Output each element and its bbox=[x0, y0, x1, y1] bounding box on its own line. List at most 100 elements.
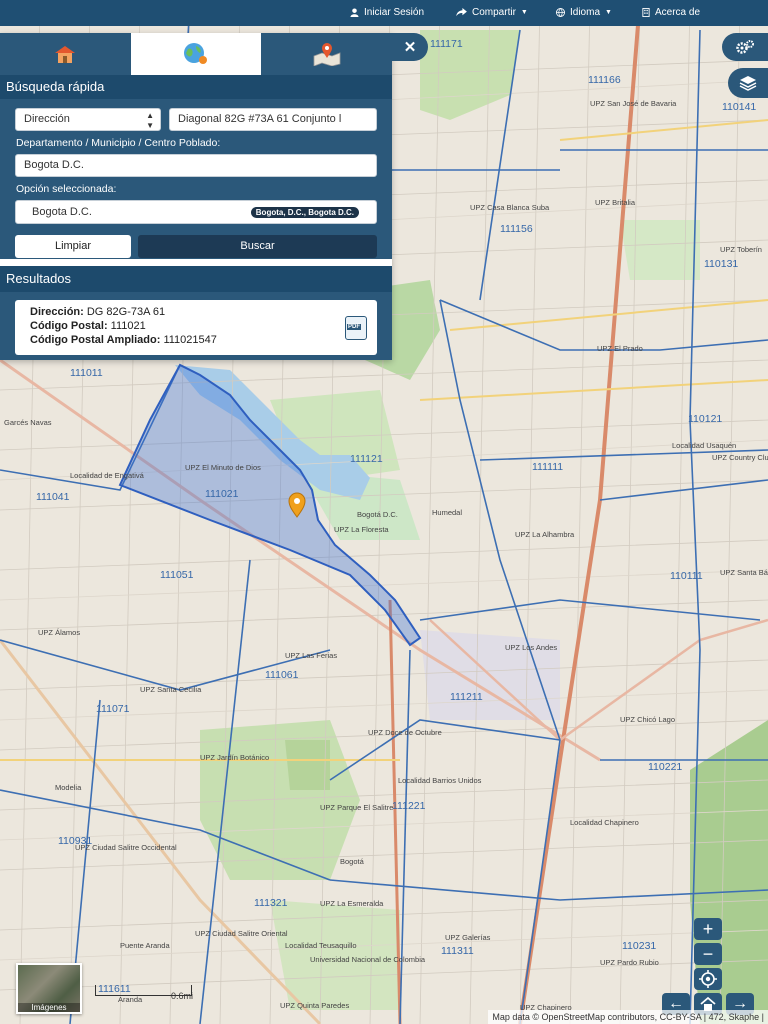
about-label: Acerca de bbox=[655, 7, 701, 18]
top-navigation-bar: Iniciar Sesión Compartir ▼ Idioma ▼ Acer… bbox=[0, 0, 768, 26]
zoom-out-button[interactable]: − bbox=[694, 943, 722, 965]
layers-icon bbox=[739, 76, 757, 91]
zone-label: 111051 bbox=[160, 569, 194, 581]
building-icon bbox=[642, 8, 650, 17]
place-label: UPZ La Floresta bbox=[334, 525, 389, 534]
share-menu[interactable]: Compartir ▼ bbox=[456, 7, 528, 18]
location-label: Departamento / Municipio / Centro Poblad… bbox=[16, 137, 221, 149]
about-link[interactable]: Acerca de bbox=[642, 7, 700, 18]
place-label: UPZ Toberín bbox=[720, 245, 762, 254]
place-label: Aranda bbox=[118, 995, 143, 1004]
zone-label: 110121 bbox=[688, 413, 722, 425]
zone-label: 111156 bbox=[500, 223, 533, 235]
zone-label: 111321 bbox=[254, 897, 288, 909]
place-label: Puente Aranda bbox=[120, 941, 170, 950]
place-label: Localidad de Engativá bbox=[70, 471, 145, 480]
search-panel: Búsqueda rápida Dirección ▲ ▼ Diagonal 82… bbox=[0, 33, 393, 360]
search-button[interactable]: Buscar bbox=[138, 235, 377, 258]
scale-label: 0.6mi bbox=[170, 991, 193, 1001]
zone-label: 110231 bbox=[622, 940, 656, 952]
place-label: UPZ Santa Cecilia bbox=[140, 685, 202, 694]
place-label: UPZ Quinta Paredes bbox=[280, 1001, 349, 1010]
result-address-value: DG 82G-73A 61 bbox=[86, 306, 166, 318]
selected-option-field[interactable]: Bogota D.C. Bogota, D.C., Bogota D.C. bbox=[15, 200, 377, 224]
selected-option-value: Bogota D.C. bbox=[32, 206, 92, 218]
search-form: Dirección ▲ ▼ Diagonal 82G #73A 61 Conjun… bbox=[0, 99, 392, 259]
language-label: Idioma bbox=[570, 7, 601, 18]
zone-label: 111311 bbox=[441, 945, 474, 957]
login-link[interactable]: Iniciar Sesión bbox=[350, 7, 424, 18]
layers-button[interactable] bbox=[728, 68, 768, 98]
pdf-download-icon[interactable]: PDF bbox=[345, 316, 367, 340]
zone-label: 111061 bbox=[265, 669, 299, 681]
location-input[interactable]: Bogota D.C. bbox=[15, 154, 377, 177]
place-label: Humedal bbox=[432, 508, 462, 517]
result-postal-value: 111021 bbox=[110, 320, 146, 332]
zone-label: 111121 bbox=[350, 453, 383, 465]
plus-icon: + bbox=[702, 919, 714, 939]
search-type-value: Dirección bbox=[24, 113, 70, 125]
place-label: UPZ Britalia bbox=[595, 198, 636, 207]
clear-button[interactable]: Limpiar bbox=[15, 235, 131, 258]
zone-label: 111071 bbox=[96, 703, 130, 715]
place-label: Localidad Barrios Unidos bbox=[398, 776, 482, 785]
place-label: UPZ Doce de Octubre bbox=[368, 728, 442, 737]
zoom-in-button[interactable]: + bbox=[694, 918, 722, 940]
place-label: Localidad Chapinero bbox=[570, 818, 639, 827]
locate-button[interactable] bbox=[694, 968, 722, 990]
gears-icon bbox=[736, 40, 754, 54]
globe-search-icon bbox=[184, 43, 207, 64]
place-label: UPZ Pardo Rubio bbox=[600, 958, 659, 967]
globe-icon bbox=[556, 8, 565, 17]
zone-label: 110111 bbox=[670, 570, 703, 582]
zone-label: 111171 bbox=[430, 38, 463, 50]
results-section: Dirección: DG 82G-73A 61 Código Postal: … bbox=[0, 292, 392, 360]
place-label: UPZ Parque El Salitre bbox=[320, 803, 393, 812]
zone-label: 111221 bbox=[392, 800, 426, 812]
basemap-toggle[interactable]: Imágenes bbox=[16, 963, 82, 1014]
caret-down-icon: ▼ bbox=[520, 9, 528, 16]
user-icon bbox=[350, 8, 359, 17]
place-label: Bogotá bbox=[340, 857, 365, 866]
pdf-label: PDF bbox=[347, 324, 361, 330]
share-icon bbox=[456, 8, 467, 17]
zone-label: 111011 bbox=[70, 367, 103, 379]
share-label: Compartir bbox=[472, 7, 516, 18]
place-label: UPZ Santa Bárbara bbox=[720, 568, 768, 577]
close-panel-button[interactable]: ✕ bbox=[392, 33, 428, 61]
address-input-value: Diagonal 82G #73A 61 Conjunto l bbox=[178, 113, 342, 125]
location-input-value: Bogota D.C. bbox=[24, 159, 84, 171]
place-label: UPZ Galerías bbox=[445, 933, 491, 942]
result-card[interactable]: Dirección: DG 82G-73A 61 Código Postal: … bbox=[15, 300, 377, 355]
caret-down-icon: ▼ bbox=[605, 9, 612, 16]
place-label: Universidad Nacional de Colombia bbox=[310, 955, 426, 964]
zone-label: 111166 bbox=[588, 74, 621, 86]
select-arrows-icon: ▲ ▼ bbox=[146, 111, 154, 130]
zone-label: 110141 bbox=[722, 101, 756, 113]
result-extended-value: 111021547 bbox=[163, 334, 217, 346]
place-label: Localidad Teusaquillo bbox=[285, 941, 357, 950]
place-label: Bogotá D.C. bbox=[357, 510, 398, 519]
imagery-label: Imágenes bbox=[18, 1003, 80, 1012]
result-postal-key: Código Postal: bbox=[30, 320, 108, 332]
language-menu[interactable]: Idioma ▼ bbox=[556, 7, 612, 18]
zone-label: 111041 bbox=[36, 491, 70, 503]
home-icon bbox=[55, 46, 76, 63]
result-postal-row: Código Postal: 111021 bbox=[30, 320, 146, 332]
panel-tabs bbox=[0, 33, 393, 75]
search-type-select[interactable]: Dirección ▲ ▼ bbox=[15, 108, 161, 131]
selected-option-badge: Bogota, D.C., Bogota D.C. bbox=[250, 207, 359, 218]
tab-home[interactable] bbox=[0, 33, 131, 75]
zone-label: 111021 bbox=[205, 488, 239, 500]
address-input[interactable]: Diagonal 82G #73A 61 Conjunto l bbox=[169, 108, 377, 131]
settings-button[interactable] bbox=[722, 33, 768, 61]
place-label: UPZ Casa Blanca Suba bbox=[470, 203, 550, 212]
place-label: Modelia bbox=[55, 783, 82, 792]
close-icon: ✕ bbox=[403, 39, 417, 56]
place-label: UPZ San José de Bavaria bbox=[590, 99, 677, 108]
tab-map-location[interactable] bbox=[261, 33, 393, 75]
results-title: Resultados bbox=[0, 266, 392, 292]
map-pin-icon bbox=[313, 43, 341, 66]
place-label: UPZ La Esmeralda bbox=[320, 899, 384, 908]
tab-search-address[interactable] bbox=[130, 33, 262, 75]
